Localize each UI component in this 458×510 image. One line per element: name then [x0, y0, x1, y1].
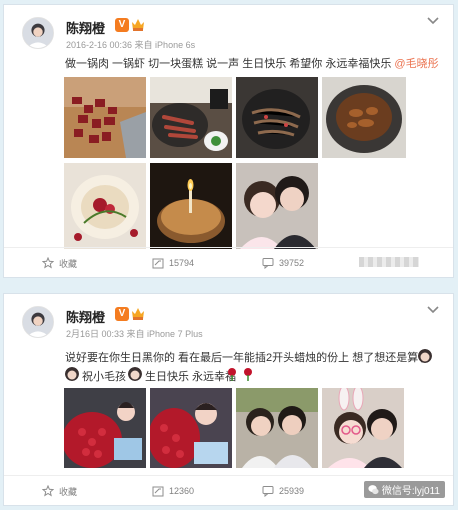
rose-icon [241, 367, 255, 381]
member-crown-icon [131, 305, 145, 321]
repost-button[interactable]: 15794 [152, 256, 194, 270]
action-bar: 收藏 15794 39752 [4, 247, 453, 277]
comment-icon [262, 258, 274, 269]
post-text-line-1: 说好要在你生日黑你的 看在最后一年能插2开头蜡烛的份上 想了想还是算了 [65, 349, 429, 365]
comment-count: 25939 [279, 486, 305, 496]
photo-roses-and-cake-1[interactable] [64, 388, 146, 468]
chevron-down-icon[interactable] [427, 17, 439, 25]
photo-sausages-in-pan[interactable] [150, 77, 232, 158]
action-bar: 收藏 12360 25939 微信号:lyj011 [4, 475, 453, 505]
comment-button[interactable]: 25939 [262, 484, 304, 498]
photo-candle-cake[interactable] [150, 163, 232, 249]
photo-rose-cake[interactable] [64, 163, 146, 249]
photo-meat-on-board[interactable] [64, 77, 146, 158]
photo-bunny-filter-selfie[interactable] [322, 388, 404, 468]
favorite-button[interactable]: 收藏 [42, 256, 77, 270]
username[interactable]: 陈翔橙 [66, 18, 105, 37]
username[interactable]: 陈翔橙 [66, 307, 105, 326]
weibo-post-2: 陈翔橙 V 2月16日 00:33 来自 iPhone 7 Plus 说好要在你… [3, 293, 454, 506]
blurred-like-count [359, 257, 419, 267]
wechat-watermark: 微信号:lyj011 [363, 481, 445, 498]
avatar[interactable] [22, 17, 54, 49]
post-text: 做一锅肉 一锅虾 切一块蛋糕 说一声 生日快乐 希望你 永远幸福快乐 @毛晓彤 [65, 55, 439, 71]
post-body: 做一锅肉 一锅虾 切一块蛋糕 说一声 生日快乐 希望你 永远幸福快乐 [65, 58, 395, 70]
chevron-down-icon[interactable] [427, 306, 439, 314]
post-text-line-2b: 生日快乐 永远幸福 [145, 371, 237, 383]
favorite-label: 收藏 [59, 486, 78, 497]
star-icon [42, 485, 54, 497]
image-grid [64, 77, 406, 249]
post-body: 说好要在你生日黑你的 看在最后一年能插2开头蜡烛的份上 想了想还是算了 [65, 352, 430, 364]
image-grid [64, 388, 404, 468]
post-meta: 2016-2-16 00:36 来自 iPhone 6s [66, 40, 196, 50]
favorite-label: 收藏 [59, 258, 78, 269]
post-meta: 2月16日 00:33 来自 iPhone 7 Plus [66, 329, 203, 339]
mention-link[interactable]: @毛晓彤 [394, 58, 438, 70]
star-icon [42, 257, 54, 269]
photo-roses-and-cake-2[interactable] [150, 388, 232, 468]
photo-dish-in-pan[interactable] [236, 77, 318, 158]
verified-v-icon: V [115, 307, 129, 321]
rose-icon [225, 367, 239, 381]
verified-v-icon: V [115, 18, 129, 32]
watermark-text: 微信号:lyj011 [381, 486, 440, 497]
emoji-avatar-icon [418, 349, 432, 363]
emoji-avatar-icon [65, 367, 79, 381]
photo-couple-selfie[interactable] [236, 163, 318, 249]
comment-button[interactable]: 39752 [262, 256, 304, 270]
weibo-post-1: 陈翔橙 V 2016-2-16 00:36 来自 iPhone 6s 做一锅肉 … [3, 4, 454, 278]
favorite-button[interactable]: 收藏 [42, 484, 77, 498]
photo-stir-fry-in-pot[interactable] [322, 77, 406, 158]
photo-couple-photo[interactable] [236, 388, 318, 468]
emoji-avatar-icon [128, 367, 142, 381]
member-crown-icon [131, 16, 145, 32]
comment-icon [262, 486, 274, 497]
avatar[interactable] [22, 306, 54, 338]
repost-icon [152, 258, 164, 269]
repost-count: 12360 [169, 486, 195, 496]
post-text-line-2a: 祝小毛孩 [82, 371, 126, 383]
repost-button[interactable]: 12360 [152, 484, 194, 498]
repost-icon [152, 486, 164, 497]
comment-count: 39752 [279, 258, 305, 268]
wechat-icon [368, 485, 379, 495]
repost-count: 15794 [169, 258, 195, 268]
